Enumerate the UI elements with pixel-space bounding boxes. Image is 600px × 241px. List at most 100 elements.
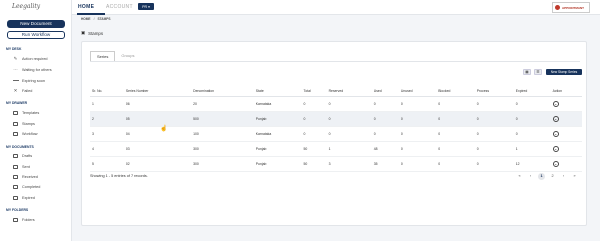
- sidebar-item-label: Waiting for others: [22, 67, 52, 72]
- table-row: 5 02 300 Punjab 50 3 35 0 0 0 12 ⌄: [90, 156, 582, 172]
- workflow-icon: [12, 131, 19, 136]
- table-cell: 5: [90, 156, 124, 172]
- sidebar-item-workflow[interactable]: Workflow: [12, 131, 38, 136]
- close-icon: ✕: [13, 87, 18, 93]
- table-cell: 0: [326, 96, 372, 112]
- tab-account[interactable]: ACCOUNT: [106, 4, 133, 10]
- new-document-button[interactable]: New Document: [7, 20, 65, 28]
- sidebar-item-folders[interactable]: Folders: [12, 217, 35, 222]
- sidebar-item-action-required[interactable]: ✎ Action required: [12, 56, 48, 61]
- table-cell: 300: [191, 141, 254, 157]
- sidebar-item-failed[interactable]: ✕ Failed: [12, 87, 33, 93]
- page-button[interactable]: ‹: [527, 173, 534, 180]
- table-cell: 0: [436, 141, 475, 157]
- sidebar-item-expiring-soon[interactable]: Expiring soon: [12, 78, 45, 83]
- folder-icon: [12, 184, 19, 189]
- table-cell: 0: [301, 126, 327, 142]
- table-cell: 0: [474, 96, 514, 112]
- sidebar-item-sent[interactable]: Sent: [12, 164, 30, 169]
- pagination-summary: Showing 1 - 5 entries of 7 records.: [90, 174, 148, 178]
- org-select-value: PR: [142, 4, 148, 9]
- sidebar-item-label: Templates: [22, 110, 40, 115]
- table-cell: 500: [191, 111, 254, 127]
- org-select[interactable]: PR ▾: [138, 3, 154, 10]
- table-row: 1 06 20 Karnataka 0 0 0 0 0 0 0 ⌄: [90, 96, 582, 112]
- sidebar-item-waiting-for-others[interactable]: ⋯ Waiting for others: [12, 67, 52, 72]
- table-cell: 05: [123, 111, 192, 127]
- table-cell: 1: [90, 96, 124, 112]
- breadcrumb-separator: /: [93, 17, 95, 21]
- table-cell: 0: [398, 141, 437, 157]
- active-tab-indicator: [77, 13, 105, 15]
- page-button[interactable]: «: [516, 173, 523, 180]
- page-button[interactable]: »: [571, 173, 578, 180]
- table-cell: 0: [398, 96, 437, 112]
- sidebar-item-expired[interactable]: Expired: [12, 195, 35, 200]
- app-logo: Leegality: [12, 3, 41, 10]
- column-header: Expired: [513, 87, 551, 97]
- page-button[interactable]: ›: [560, 173, 567, 180]
- sidebar-item-label: Received: [22, 174, 38, 179]
- breadcrumb-home[interactable]: HOME: [81, 17, 91, 21]
- page-button[interactable]: 2: [549, 173, 556, 180]
- chevron-down-icon: ▾: [148, 4, 150, 9]
- brand-text: APPOINTMANT: [562, 5, 584, 10]
- action-cell: ⌄: [550, 126, 582, 142]
- table-cell: 06: [123, 96, 192, 112]
- mouse-cursor-icon: ☝: [160, 126, 168, 132]
- action-cell: ⌄: [550, 96, 582, 112]
- table-cell: 02: [123, 156, 192, 172]
- sidebar-item-label: Action required: [22, 56, 48, 61]
- grid-view-button[interactable]: ▦: [523, 69, 531, 75]
- grid-icon: ▦: [525, 70, 529, 74]
- action-cell: ⌄: [550, 156, 582, 172]
- table-cell: 0: [474, 126, 514, 142]
- list-view-button[interactable]: ☰: [534, 69, 542, 75]
- folder-icon: [12, 164, 19, 169]
- table-cell: 0: [436, 156, 475, 172]
- breadcrumb: HOME / STAMPS: [81, 17, 111, 21]
- sidebar-item-label: Sent: [22, 164, 30, 169]
- column-header: Reserved: [326, 87, 372, 97]
- sidebar-item-templates[interactable]: Templates: [12, 110, 39, 115]
- table-cell: 0: [474, 141, 514, 157]
- table-cell: Punjab: [253, 156, 302, 172]
- table-cell: 0: [371, 111, 399, 127]
- table-cell: 0: [371, 96, 399, 112]
- row-action-chevron-icon[interactable]: ⌄: [552, 130, 559, 137]
- table-cell: 0: [398, 126, 437, 142]
- table-cell: Karnataka: [253, 96, 302, 112]
- template-icon: [12, 110, 19, 115]
- sidebar-item-label: Drafts: [22, 153, 33, 158]
- table-cell: 0: [301, 96, 327, 112]
- new-stamp-series-button[interactable]: New Stamp Series: [546, 69, 582, 75]
- tab-home[interactable]: HOME: [78, 4, 94, 10]
- sidebar-item-received[interactable]: Received: [12, 174, 38, 179]
- sidebar-item-label: Failed: [22, 88, 33, 93]
- table-cell: 0: [474, 111, 514, 127]
- column-header: Sr. No.: [90, 87, 124, 97]
- sidebar-item-drafts[interactable]: Drafts: [12, 153, 32, 158]
- row-action-chevron-icon[interactable]: ⌄: [552, 100, 559, 107]
- column-header: Process: [474, 87, 514, 97]
- section-my-drawer: MY DRAWER: [6, 101, 28, 105]
- table-cell: 0: [436, 111, 475, 127]
- pagination: « ‹ 1 2 › »: [516, 173, 578, 180]
- column-header: Unused: [398, 87, 437, 97]
- sidebar-item-completed[interactable]: Completed: [12, 184, 40, 189]
- table-cell: 0: [326, 111, 372, 127]
- sidebar-item-label: Expired: [22, 195, 35, 200]
- row-action-chevron-icon[interactable]: ⌄: [552, 145, 559, 152]
- page-button[interactable]: 1: [538, 173, 545, 180]
- table-row: 4 03 300 Punjab 50 1 48 0 0 0 1 ⌄: [90, 141, 582, 157]
- folder-icon: [12, 174, 19, 179]
- sidebar-item-label: Stamps: [22, 121, 35, 126]
- row-action-chevron-icon[interactable]: ⌄: [552, 115, 559, 122]
- column-header: Blocked: [436, 87, 475, 97]
- table-cell: 48: [371, 141, 399, 157]
- table-cell: 0: [436, 126, 475, 142]
- sidebar-item-label: Folders: [22, 217, 35, 222]
- sidebar-item-stamps[interactable]: Stamps: [12, 121, 35, 126]
- row-action-chevron-icon[interactable]: ⌄: [552, 160, 559, 167]
- run-workflow-button[interactable]: Run Workflow: [7, 31, 65, 39]
